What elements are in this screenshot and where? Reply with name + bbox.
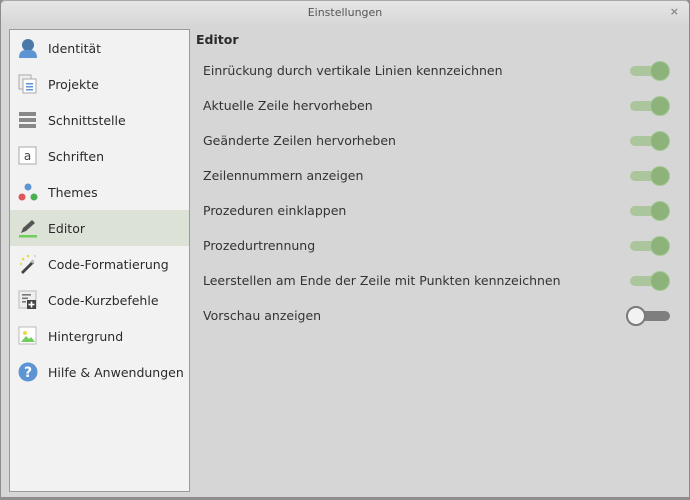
sidebar-item-code-kurzbefehle[interactable]: Code-Kurzbefehle (10, 282, 189, 318)
option-label: Prozeduren einklappen (203, 203, 347, 218)
help-icon: ? (18, 362, 38, 382)
highlight-current-line-toggle[interactable] (626, 95, 672, 117)
interface-icon (18, 110, 38, 130)
option-row: Einrückung durch vertikale Linien kennze… (203, 53, 678, 88)
option-row: Prozedurtrennung (203, 228, 678, 263)
option-label: Leerstellen am Ende der Zeile mit Punkte… (203, 273, 561, 288)
line-numbers-toggle[interactable] (626, 165, 672, 187)
sidebar-item-label: Hintergrund (48, 328, 124, 344)
settings-sidebar: Identität Projekte Schnittstelle a Schri… (9, 29, 190, 492)
sidebar-item-identitaet[interactable]: Identität (10, 30, 189, 66)
sidebar-item-hintergrund[interactable]: Hintergrund (10, 318, 189, 354)
projects-icon (18, 74, 38, 94)
option-row: Prozeduren einklappen (203, 193, 678, 228)
option-label: Geänderte Zeilen hervorheben (203, 133, 396, 148)
procedure-separator-toggle[interactable] (626, 235, 672, 257)
window-title: Einstellungen (307, 6, 383, 19)
sidebar-item-projekte[interactable]: Projekte (10, 66, 189, 102)
option-row: Geänderte Zeilen hervorheben (203, 123, 678, 158)
magic-wand-icon (18, 254, 38, 274)
shortcuts-icon (18, 290, 38, 310)
option-label: Aktuelle Zeile hervorheben (203, 98, 373, 113)
sidebar-item-label: Schnittstelle (48, 112, 126, 128)
svg-text:?: ? (24, 365, 32, 381)
background-image-icon (18, 326, 38, 346)
option-label: Zeilennummern anzeigen (203, 168, 364, 183)
sidebar-item-themes[interactable]: Themes (10, 174, 189, 210)
option-label: Prozedurtrennung (203, 238, 316, 253)
trailing-whitespace-toggle[interactable] (626, 270, 672, 292)
sidebar-item-schnittstelle[interactable]: Schnittstelle (10, 102, 189, 138)
user-icon (18, 38, 38, 58)
close-icon[interactable]: × (670, 5, 679, 18)
title-bar: Einstellungen × (1, 0, 689, 24)
section-title: Editor (196, 32, 239, 47)
sidebar-item-label: Code-Kurzbefehle (48, 292, 159, 308)
sidebar-item-label: Hilfe & Anwendungen (48, 364, 184, 380)
option-label: Einrückung durch vertikale Linien kennze… (203, 63, 503, 78)
highlight-changed-lines-toggle[interactable] (626, 130, 672, 152)
option-row: Vorschau anzeigen (203, 298, 678, 333)
option-label: Vorschau anzeigen (203, 308, 322, 323)
sidebar-item-label: Projekte (48, 76, 99, 92)
sidebar-item-editor[interactable]: Editor (10, 210, 189, 246)
preview-toggle[interactable] (626, 305, 672, 327)
font-icon: a (18, 146, 38, 166)
indent-guides-toggle[interactable] (626, 60, 672, 82)
editor-pen-icon (18, 218, 38, 238)
sidebar-item-schriften[interactable]: a Schriften (10, 138, 189, 174)
sidebar-item-label: Editor (48, 220, 85, 236)
option-row: Zeilennummern anzeigen (203, 158, 678, 193)
svg-text:a: a (24, 149, 31, 163)
sidebar-item-code-formatierung[interactable]: Code-Formatierung (10, 246, 189, 282)
option-row: Leerstellen am Ende der Zeile mit Punkte… (203, 263, 678, 298)
sidebar-item-label: Code-Formatierung (48, 256, 169, 272)
themes-icon (18, 182, 38, 202)
fold-procedures-toggle[interactable] (626, 200, 672, 222)
sidebar-item-label: Schriften (48, 148, 105, 164)
sidebar-item-hilfe[interactable]: ? Hilfe & Anwendungen (10, 354, 189, 390)
option-row: Aktuelle Zeile hervorheben (203, 88, 678, 123)
sidebar-item-label: Identität (48, 40, 102, 56)
sidebar-item-label: Themes (48, 184, 98, 200)
